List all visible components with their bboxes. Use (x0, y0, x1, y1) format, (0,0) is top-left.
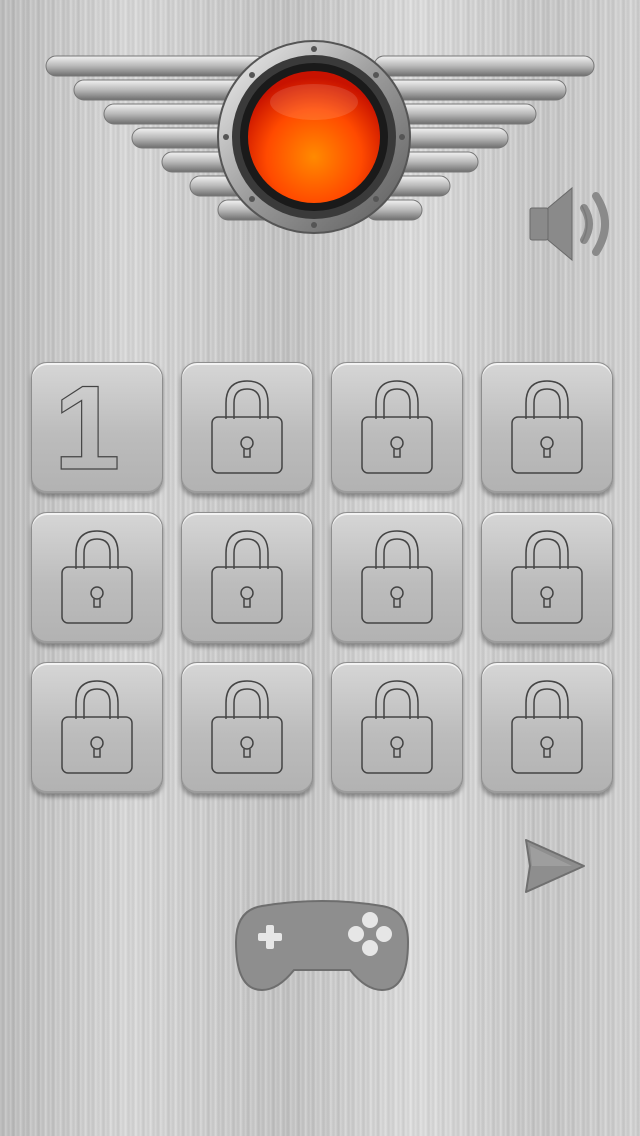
level-tile-locked[interactable] (181, 662, 313, 794)
level-tile-locked[interactable] (31, 512, 163, 644)
padlock-icon (511, 530, 583, 624)
level-number: 1 (53, 361, 121, 495)
level-tile-locked[interactable] (331, 362, 463, 494)
winged-emblem-logo (40, 40, 600, 240)
padlock-icon (511, 680, 583, 774)
level-tile-locked[interactable] (481, 512, 613, 644)
sound-toggle-button[interactable] (524, 176, 624, 272)
next-page-button[interactable] (520, 830, 592, 902)
padlock-icon (61, 680, 133, 774)
level-tile-1[interactable]: 1 (31, 362, 163, 494)
gamepad-button[interactable] (232, 896, 412, 996)
padlock-icon (361, 680, 433, 774)
padlock-icon (211, 530, 283, 624)
speaker-volume-icon (529, 186, 609, 262)
level-tile-locked[interactable] (331, 662, 463, 794)
padlock-icon (361, 530, 433, 624)
level-tile-locked[interactable] (181, 512, 313, 644)
arrow-right-icon (525, 839, 585, 893)
level-tile-locked[interactable] (331, 512, 463, 644)
level-tile-locked[interactable] (181, 362, 313, 494)
padlock-icon (361, 380, 433, 474)
padlock-icon (211, 380, 283, 474)
level-tile-locked[interactable] (481, 362, 613, 494)
padlock-icon (511, 380, 583, 474)
level-grid: 1 (31, 362, 615, 796)
level-tile-locked[interactable] (31, 662, 163, 794)
gamepad-icon (234, 900, 410, 992)
level-tile-locked[interactable] (481, 662, 613, 794)
padlock-icon (211, 680, 283, 774)
padlock-icon (61, 530, 133, 624)
